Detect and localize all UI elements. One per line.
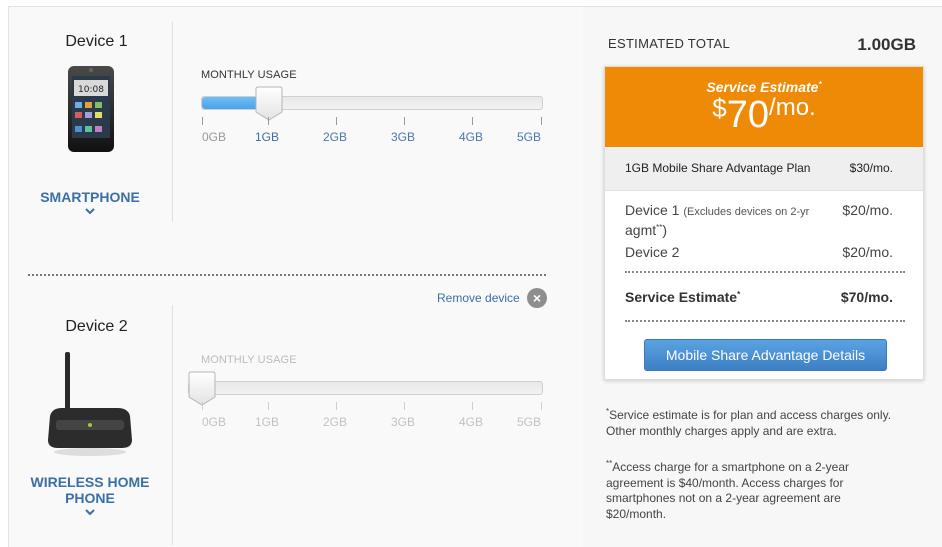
service-estimate-header: Service Estimate* $70/mo. [605,67,923,147]
tick [202,117,203,125]
estimated-total-label: ESTIMATED TOTAL [608,36,731,51]
device-2-type-line2[interactable]: PHONE [20,490,160,506]
tick [202,402,203,410]
wireless-home-phone-image [48,352,132,456]
dotted-divider [625,271,905,273]
estimated-total-value: 1.00GB [857,35,916,54]
footnote-1: *Service estimate is for plan and access… [606,407,892,438]
tick-label: 4GB [458,415,483,429]
tick [541,117,542,125]
tick [268,117,269,125]
line-item-device-1: Device 1 (Excludes devices on 2-yr $20/m… [625,202,893,218]
monthly-usage-label: MONTHLY USAGE [201,354,297,366]
tick-label: 0GB [201,130,226,144]
tick-label: 3GB [390,415,415,429]
tick [404,402,405,410]
tick-label: 2GB [322,130,347,144]
monthly-usage-label: MONTHLY USAGE [201,69,297,81]
device-1-block: Device 1 [20,33,173,51]
device-2-type-line1[interactable]: WIRELESS HOME [20,474,160,490]
tick [541,402,542,410]
tick-label: 5GB [516,415,541,429]
monthly-price: $70/mo. [712,93,816,136]
tick [336,402,337,410]
tick-label: 2GB [322,415,347,429]
usage-slider-thumb[interactable] [254,86,284,122]
tick [404,117,405,125]
tick-label: 4GB [458,130,483,144]
service-estimate-total: Service Estimate* $70/mo. [625,289,893,305]
smartphone-image: 10:08 [68,66,114,152]
remove-device-link[interactable]: Remove device [437,291,520,305]
svg-text:10:08: 10:08 [78,85,104,95]
tick-label: 3GB [390,130,415,144]
mobile-share-details-button[interactable]: Mobile Share Advantage Details [644,339,887,371]
tick-label: 5GB [516,130,541,144]
chevron-down-icon[interactable] [85,507,95,517]
service-estimate-card: Service Estimate* $70/mo. 1GB Mobile Sha… [604,66,924,380]
tick-label: 1GB [254,415,279,429]
device-1-type[interactable]: SMARTPHONE [20,189,160,205]
chevron-down-icon[interactable] [85,206,95,216]
dotted-divider [625,320,905,322]
tick [268,402,269,410]
plan-price: $30/mo. [849,161,893,175]
divider [172,305,173,545]
plan-row: 1GB Mobile Share Advantage Plan $30/mo. [605,147,923,191]
tick [472,402,473,410]
device-2-name: Device 2 [65,318,128,335]
line-item-device-1-note: agmt**) [625,222,668,238]
device-2-block: Device 2 [20,318,173,336]
tick-label: 0GB [201,415,226,429]
tick [472,117,473,125]
usage-slider-track[interactable] [188,381,543,395]
tick-label: 1GB [254,130,279,144]
usage-slider-track[interactable] [201,96,543,110]
device-1-name: Device 1 [65,33,128,50]
tick [336,117,337,125]
line-item-device-2: Device 2 $20/mo. [625,244,893,260]
divider [172,22,173,222]
plan-name: 1GB Mobile Share Advantage Plan [625,161,811,175]
device-separator [28,274,546,276]
footnote-2: **Access charge for a smartphone on a 2-… [606,459,850,521]
close-icon[interactable]: × [527,288,547,308]
